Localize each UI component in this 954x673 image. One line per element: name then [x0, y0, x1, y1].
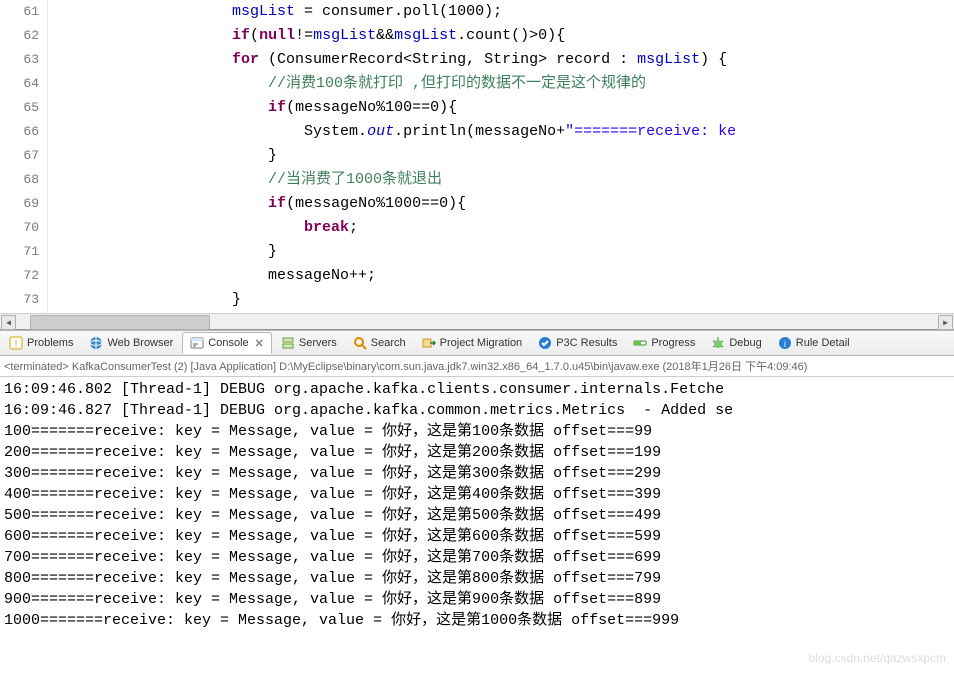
line-number: 72	[0, 264, 39, 288]
scrollbar-thumb[interactable]	[30, 315, 210, 330]
tab-p3c[interactable]: P3C Results	[531, 333, 624, 353]
problems-icon: !	[9, 336, 23, 350]
search-icon	[353, 336, 367, 350]
tab-migration[interactable]: Project Migration	[415, 333, 530, 353]
console-line: 400=======receive: key = Message, value …	[4, 484, 950, 505]
console-line: 600=======receive: key = Message, value …	[4, 526, 950, 547]
console-line: 200=======receive: key = Message, value …	[4, 442, 950, 463]
tab-label: Console	[208, 337, 248, 349]
code-line[interactable]: //当消费了1000条就退出	[52, 168, 954, 192]
tab-rule[interactable]: i Rule Detail	[771, 333, 857, 353]
code-content[interactable]: msgList = consumer.poll(1000); if(null!=…	[48, 0, 954, 313]
progress-icon	[633, 336, 647, 350]
line-number-gutter: 61626364656667686970717273	[0, 0, 48, 313]
line-number: 63	[0, 48, 39, 72]
code-line[interactable]: }	[52, 240, 954, 264]
code-line[interactable]: }	[52, 288, 954, 312]
views-tab-bar: ! Problems Web Browser Console ✕ Servers Searc…	[0, 330, 954, 356]
code-line[interactable]: msgList = consumer.poll(1000);	[52, 0, 954, 24]
tab-label: Search	[371, 337, 406, 349]
code-line[interactable]: messageNo++;	[52, 264, 954, 288]
tab-label: Debug	[729, 337, 761, 349]
tab-servers[interactable]: Servers	[274, 333, 344, 353]
tab-label: Servers	[299, 337, 337, 349]
line-number: 61	[0, 0, 39, 24]
console-launch-descriptor: <terminated> KafkaConsumerTest (2) [Java…	[0, 356, 954, 377]
tab-problems[interactable]: ! Problems	[2, 333, 80, 353]
tab-debug[interactable]: Debug	[704, 333, 768, 353]
svg-text:!: !	[15, 339, 18, 350]
line-number: 73	[0, 288, 39, 312]
console-line: 300=======receive: key = Message, value …	[4, 463, 950, 484]
tab-label: Project Migration	[440, 337, 523, 349]
code-line[interactable]: }	[52, 144, 954, 168]
tab-web[interactable]: Web Browser	[82, 333, 180, 353]
code-line[interactable]: if(messageNo%1000==0){	[52, 192, 954, 216]
code-line[interactable]: for (ConsumerRecord<String, String> reco…	[52, 48, 954, 72]
line-number: 62	[0, 24, 39, 48]
console-line: 900=======receive: key = Message, value …	[4, 589, 950, 610]
console-output[interactable]: 16:09:46.802 [Thread-1] DEBUG org.apache…	[0, 377, 954, 673]
code-line[interactable]: if(messageNo%100==0){	[52, 96, 954, 120]
line-number: 67	[0, 144, 39, 168]
tab-progress[interactable]: Progress	[626, 333, 702, 353]
console-line: 1000=======receive: key = Message, value…	[4, 610, 950, 631]
scroll-right-arrow-icon[interactable]: ▶	[938, 315, 953, 330]
code-line[interactable]: if(null!=msgList&&msgList.count()>0){	[52, 24, 954, 48]
tab-console[interactable]: Console ✕	[182, 332, 272, 354]
line-number: 68	[0, 168, 39, 192]
migration-icon	[422, 336, 436, 350]
code-line[interactable]: //消费100条就打印 ,但打印的数据不一定是这个规律的	[52, 72, 954, 96]
line-number: 65	[0, 96, 39, 120]
tab-label: Problems	[27, 337, 73, 349]
console-line: 500=======receive: key = Message, value …	[4, 505, 950, 526]
line-number: 66	[0, 120, 39, 144]
line-number: 64	[0, 72, 39, 96]
line-number: 69	[0, 192, 39, 216]
close-icon[interactable]: ✕	[255, 337, 264, 350]
code-editor[interactable]: 61626364656667686970717273 msgList = con…	[0, 0, 954, 313]
console-icon	[190, 336, 204, 350]
console-line: 100=======receive: key = Message, value …	[4, 421, 950, 442]
tab-label: Rule Detail	[796, 337, 850, 349]
web-icon	[89, 336, 103, 350]
line-number: 70	[0, 216, 39, 240]
console-line: 16:09:46.802 [Thread-1] DEBUG org.apache…	[4, 379, 950, 400]
p3c-icon	[538, 336, 552, 350]
scroll-left-arrow-icon[interactable]: ◀	[1, 315, 16, 330]
editor-horizontal-scrollbar[interactable]: ◀ ▶	[0, 313, 954, 330]
debug-icon	[711, 336, 725, 350]
console-line: 700=======receive: key = Message, value …	[4, 547, 950, 568]
tab-label: Web Browser	[107, 337, 173, 349]
tab-label: P3C Results	[556, 337, 617, 349]
console-line: 800=======receive: key = Message, value …	[4, 568, 950, 589]
console-line: 16:09:46.827 [Thread-1] DEBUG org.apache…	[4, 400, 950, 421]
tab-search[interactable]: Search	[346, 333, 413, 353]
tab-label: Progress	[651, 337, 695, 349]
code-line[interactable]: System.out.println(messageNo+"=======rec…	[52, 120, 954, 144]
code-line[interactable]: break;	[52, 216, 954, 240]
svg-text:i: i	[784, 339, 786, 349]
servers-icon	[281, 336, 295, 350]
line-number: 71	[0, 240, 39, 264]
rule-icon: i	[778, 336, 792, 350]
